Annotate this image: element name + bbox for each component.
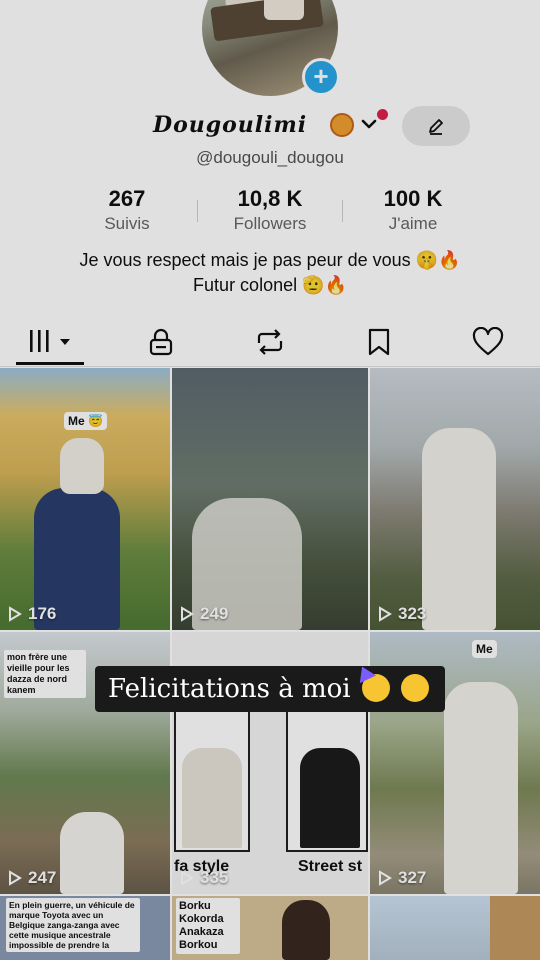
video-thumbnail[interactable] — [370, 896, 540, 960]
tab-private[interactable] — [108, 318, 216, 364]
play-icon — [181, 606, 194, 622]
bio-line-1: Je vous respect mais je pas peur de vous… — [79, 250, 461, 270]
partying-face-icon — [361, 674, 390, 702]
tab-favorites[interactable] — [324, 318, 432, 364]
view-count: 323 — [378, 604, 426, 624]
tab-reposts[interactable] — [216, 318, 324, 364]
view-count-value: 323 — [398, 604, 427, 623]
play-icon — [9, 870, 22, 886]
video-thumbnail[interactable]: Me 😇 176 — [0, 368, 170, 630]
play-icon — [379, 606, 392, 622]
view-count: 249 — [180, 604, 228, 624]
display-name: Dougoulimi — [153, 112, 308, 138]
video-thumbnail[interactable]: Borku Kokorda Anakaza Borkou — [172, 896, 368, 960]
stat-followers[interactable]: 10,8 K Followers — [200, 186, 340, 234]
play-icon — [9, 606, 22, 622]
pencil-icon — [429, 119, 443, 135]
video-caption: En plein guerre, un véhicule de marque T… — [6, 898, 140, 952]
style-label-right: Street st — [298, 858, 363, 875]
thumbnail-figure — [282, 900, 330, 960]
view-count-value: 249 — [200, 604, 229, 623]
edit-profile-button[interactable] — [402, 106, 470, 146]
account-switch-button[interactable] — [360, 115, 378, 138]
video-thumbnail[interactable]: 249 — [172, 368, 368, 630]
hugging-face-icon — [401, 674, 430, 702]
tab-videos[interactable] — [0, 318, 108, 365]
add-avatar-button[interactable]: + — [302, 58, 340, 96]
stat-following-label: Suivis — [104, 214, 150, 233]
thumbnail-figure — [444, 682, 518, 894]
stat-followers-value: 10,8 K — [237, 186, 303, 211]
active-tab-indicator — [16, 362, 84, 365]
stat-likes-label: J'aime — [388, 214, 438, 233]
plus-icon: + — [313, 61, 329, 91]
bookmark-icon — [368, 328, 390, 356]
video-thumbnail[interactable]: En plein guerre, un véhicule de marque T… — [0, 896, 170, 960]
repost-icon — [257, 329, 283, 355]
video-tag: Me — [472, 640, 497, 658]
notification-dot — [377, 109, 388, 120]
thumbnail-figure — [60, 812, 124, 894]
stat-followers-label: Followers — [233, 214, 307, 233]
stat-following[interactable]: 267 Suivis — [57, 186, 197, 234]
view-count: 247 — [8, 868, 56, 888]
video-thumbnail[interactable]: 323 — [370, 368, 540, 630]
stat-following-value: 267 — [108, 186, 146, 211]
view-count-value: 335 — [200, 868, 229, 887]
congrats-banner: Felicitations à moi — [95, 666, 445, 712]
chevron-down-icon — [361, 119, 377, 129]
username-handle: @dougouli_dougou — [196, 148, 344, 167]
thumbnail-figure-head — [60, 438, 104, 494]
play-icon — [181, 870, 194, 886]
view-count-value: 327 — [398, 868, 427, 887]
video-caption: mon frère une vieille pour les dazza de … — [4, 650, 86, 698]
stat-likes-value: 100 K — [383, 186, 443, 211]
tab-liked[interactable] — [432, 318, 540, 364]
bio-line-2: Futur colonel 🫡🔥 — [193, 275, 347, 295]
view-count: 176 — [8, 604, 56, 624]
thumbnail-panel-left — [174, 706, 250, 852]
thumbnail-figure — [422, 428, 496, 630]
view-count-value: 247 — [28, 868, 57, 887]
stat-divider — [197, 200, 198, 222]
view-count-value: 176 — [28, 604, 57, 623]
grid-bars-icon — [30, 330, 70, 352]
lock-icon — [149, 328, 173, 356]
thumbnail-panel-right — [286, 706, 368, 852]
profile-page: + Dougoulimi @dougouli_dougou 267 Suivis… — [0, 0, 540, 960]
banner-text: Felicitations à moi — [108, 674, 351, 704]
thumbnail-building — [490, 896, 540, 960]
video-caption: Borku Kokorda Anakaza Borkou — [176, 898, 240, 954]
stat-likes[interactable]: 100 K J'aime — [343, 186, 483, 234]
avatar-photo-person — [264, 0, 304, 20]
video-tag: Me 😇 — [64, 412, 107, 430]
play-icon — [379, 870, 392, 886]
view-count: 335 — [180, 868, 228, 888]
heart-icon — [472, 327, 504, 356]
profile-tabs — [0, 318, 540, 367]
lion-face-icon — [330, 113, 354, 137]
view-count: 327 — [378, 868, 426, 888]
